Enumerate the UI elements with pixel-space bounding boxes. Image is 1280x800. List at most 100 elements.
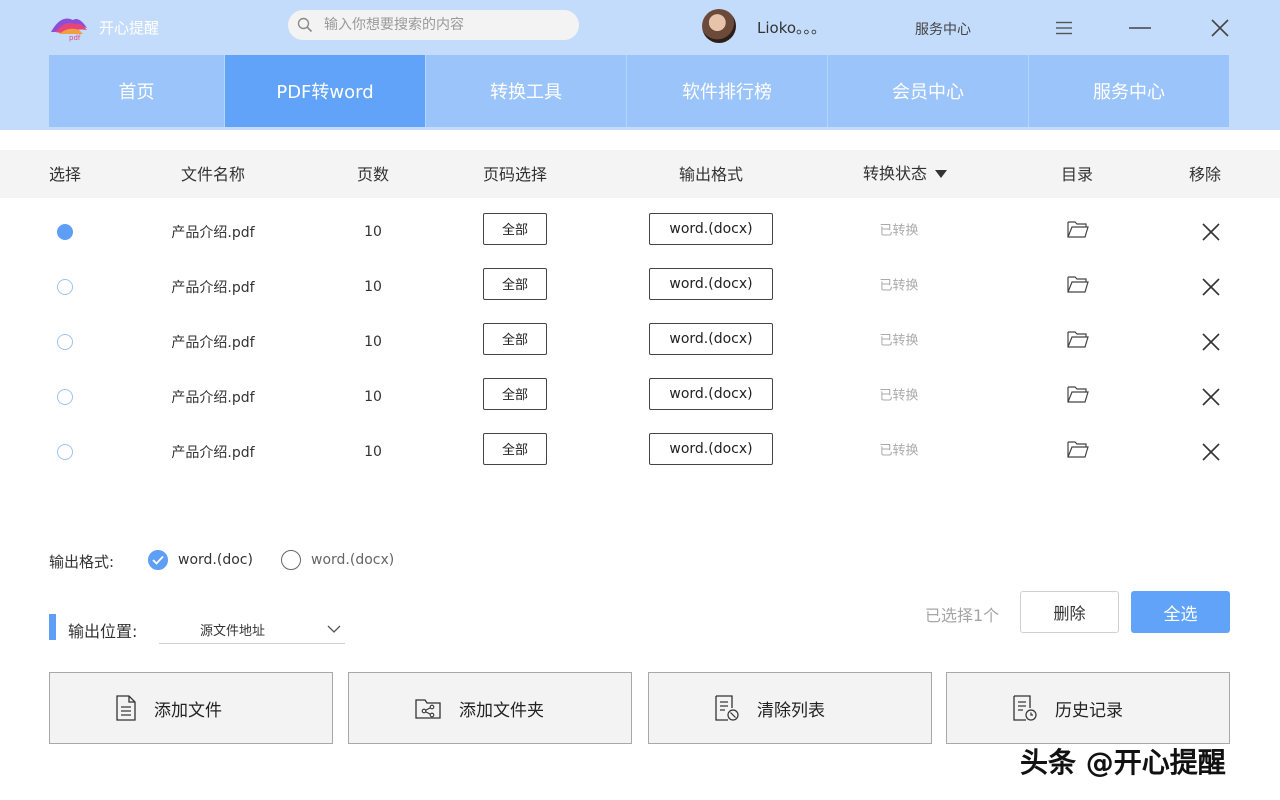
menu-button[interactable] xyxy=(1050,14,1078,42)
open-directory-button[interactable] xyxy=(1067,220,1089,238)
output-location-value: 源文件地址 xyxy=(200,624,266,639)
logo-text: pdf xyxy=(69,34,81,42)
file-name: 产品介绍.pdf xyxy=(171,444,255,461)
tab-pdf-to-word[interactable]: PDF转word xyxy=(225,55,426,127)
tab-convert-tools[interactable]: 转换工具 xyxy=(426,55,627,127)
file-name: 产品介绍.pdf xyxy=(171,389,255,406)
column-output-format: 输出格式 xyxy=(678,165,744,184)
open-directory-button[interactable] xyxy=(1067,275,1089,293)
folder-open-icon xyxy=(1067,220,1089,238)
tab-software-ranking[interactable]: 软件排行榜 xyxy=(627,55,828,127)
row-select-radio[interactable] xyxy=(57,223,73,240)
column-select: 选择 xyxy=(48,165,82,184)
folder-open-icon xyxy=(1067,440,1089,458)
page-count: 10 xyxy=(364,278,382,295)
tab-service-center[interactable]: 服务中心 xyxy=(1029,55,1229,127)
select-all-button[interactable]: 全选 xyxy=(1131,591,1230,633)
row-select-radio[interactable] xyxy=(57,443,73,460)
radio-unchecked[interactable] xyxy=(281,550,301,570)
conversion-status: 已转换 xyxy=(879,278,919,293)
search-box[interactable] xyxy=(288,10,579,40)
check-icon xyxy=(152,555,164,565)
row-select-radio[interactable] xyxy=(57,388,73,405)
output-format-button[interactable]: word.(docx) xyxy=(649,432,773,465)
page-select-button[interactable]: 全部 xyxy=(483,377,547,410)
file-icon xyxy=(116,695,136,721)
column-pages: 页数 xyxy=(356,165,390,184)
page-count: 10 xyxy=(364,223,382,240)
conversion-status: 已转换 xyxy=(879,333,919,348)
open-directory-button[interactable] xyxy=(1067,385,1089,403)
remove-x-icon xyxy=(1202,222,1220,241)
clear-list-button[interactable]: 清除列表 xyxy=(648,672,932,744)
output-format-button[interactable]: word.(docx) xyxy=(649,322,773,355)
format-option-doc-label: word.(doc) xyxy=(178,552,253,568)
open-directory-button[interactable] xyxy=(1067,440,1089,458)
folder-open-icon xyxy=(1067,275,1089,293)
username[interactable]: Lioko。。。 xyxy=(757,17,826,38)
history-button[interactable]: 历史记录 xyxy=(946,672,1230,744)
remove-x-icon xyxy=(1202,277,1220,296)
table-row: 产品介绍.pdf 10 全部 word.(docx) 已转换 xyxy=(0,369,1280,424)
page-count: 10 xyxy=(364,388,382,405)
page-select-button[interactable]: 全部 xyxy=(483,212,547,245)
delete-button[interactable]: 删除 xyxy=(1020,591,1119,633)
remove-row-button[interactable] xyxy=(1201,277,1221,297)
tab-home[interactable]: 首页 xyxy=(49,55,225,127)
service-center-link[interactable]: 服务中心 xyxy=(915,19,971,39)
remove-row-button[interactable] xyxy=(1201,332,1221,352)
clear-list-icon xyxy=(715,695,739,721)
clear-list-label: 清除列表 xyxy=(757,700,825,721)
add-file-button[interactable]: 添加文件 xyxy=(49,672,333,744)
add-folder-label: 添加文件夹 xyxy=(459,700,544,721)
column-status[interactable]: 转换状态 xyxy=(863,150,948,198)
folder-open-icon xyxy=(1067,330,1089,348)
minimize-button[interactable] xyxy=(1126,14,1154,42)
output-format-button[interactable]: word.(docx) xyxy=(649,377,773,410)
table-row: 产品介绍.pdf 10 全部 word.(docx) 已转换 xyxy=(0,259,1280,314)
column-file-name: 文件名称 xyxy=(180,165,246,184)
history-icon xyxy=(1013,695,1037,721)
conversion-status: 已转换 xyxy=(879,443,919,458)
conversion-status: 已转换 xyxy=(879,388,919,403)
format-option-docx-label: word.(docx) xyxy=(311,552,395,568)
radio-checked[interactable] xyxy=(148,550,168,570)
format-option-doc[interactable]: word.(doc) xyxy=(148,550,253,570)
close-window-button[interactable] xyxy=(1206,14,1234,42)
remove-row-button[interactable] xyxy=(1201,442,1221,462)
file-name: 产品介绍.pdf xyxy=(171,279,255,296)
table-row: 产品介绍.pdf 10 全部 word.(docx) 已转换 xyxy=(0,314,1280,369)
watermark: 头条 @开心提醒 xyxy=(1020,746,1226,779)
remove-row-button[interactable] xyxy=(1201,222,1221,242)
minimize-icon xyxy=(1129,27,1151,29)
row-select-radio[interactable] xyxy=(57,333,73,350)
table-row: 产品介绍.pdf 10 全部 word.(docx) 已转换 xyxy=(0,424,1280,479)
app-logo-icon: pdf xyxy=(51,18,87,42)
close-icon xyxy=(1211,19,1229,37)
avatar[interactable] xyxy=(702,9,736,43)
open-directory-button[interactable] xyxy=(1067,330,1089,348)
remove-x-icon xyxy=(1202,387,1220,406)
format-option-docx[interactable]: word.(docx) xyxy=(281,550,394,570)
output-location-label: 输出位置: xyxy=(68,622,138,641)
add-folder-button[interactable]: 添加文件夹 xyxy=(348,672,632,744)
main-nav: 首页 PDF转word 转换工具 软件排行榜 会员中心 服务中心 xyxy=(49,55,1229,127)
output-location-select[interactable]: 源文件地址 xyxy=(159,617,345,644)
app-header: pdf 开心提醒 Lioko。。。 服务中心 首页 PDF转word 转换工具 xyxy=(0,0,1280,130)
column-page-select: 页码选择 xyxy=(482,165,548,184)
page-select-button[interactable]: 全部 xyxy=(483,267,547,300)
tab-member-center[interactable]: 会员中心 xyxy=(828,55,1029,127)
output-format-button[interactable]: word.(docx) xyxy=(649,212,773,245)
conversion-status: 已转换 xyxy=(879,223,919,238)
folder-share-icon xyxy=(415,699,441,719)
search-input[interactable] xyxy=(324,10,569,40)
page-select-button[interactable]: 全部 xyxy=(483,432,547,465)
page-select-button[interactable]: 全部 xyxy=(483,322,547,355)
remove-row-button[interactable] xyxy=(1201,387,1221,407)
history-label: 历史记录 xyxy=(1055,700,1123,721)
file-name: 产品介绍.pdf xyxy=(171,334,255,351)
sort-down-icon xyxy=(935,170,948,178)
output-format-button[interactable]: word.(docx) xyxy=(649,267,773,300)
column-directory: 目录 xyxy=(1060,165,1094,184)
row-select-radio[interactable] xyxy=(57,278,73,295)
